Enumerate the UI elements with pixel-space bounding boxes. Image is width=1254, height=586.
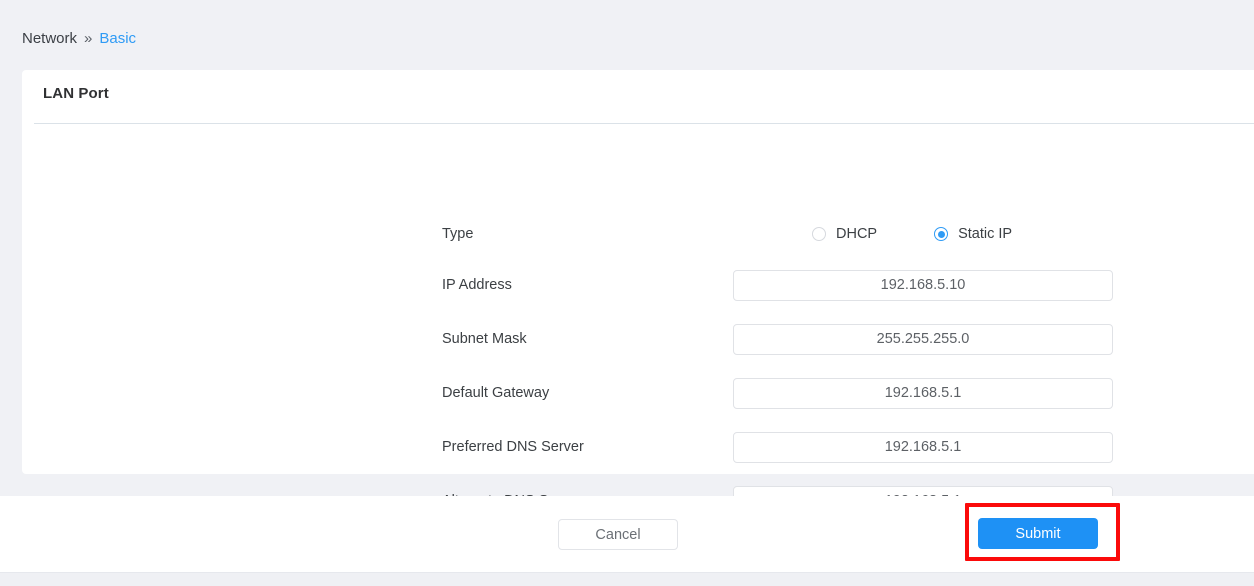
field-label-default-gateway: Default Gateway — [442, 385, 550, 401]
ip-address-input[interactable] — [733, 269, 1113, 301]
form-row-type: Type DHCP Static IP — [22, 218, 1254, 250]
subnet-mask-input[interactable] — [733, 323, 1113, 355]
field-label-ip-address: IP Address — [442, 277, 512, 293]
form-row-subnet-mask: Subnet Mask — [22, 323, 1254, 355]
lan-port-form: Type DHCP Static IP IP Address Subnet Ma… — [22, 123, 1254, 517]
breadcrumb-item-basic[interactable]: Basic — [99, 30, 136, 47]
form-row-ip-address: IP Address — [22, 269, 1254, 301]
preferred-dns-input[interactable] — [733, 431, 1113, 463]
field-label-type: Type — [442, 226, 474, 242]
default-gateway-input[interactable] — [733, 377, 1113, 409]
field-label-subnet-mask: Subnet Mask — [442, 331, 527, 347]
submit-button[interactable]: Submit — [978, 518, 1098, 549]
breadcrumb-item-network[interactable]: Network — [22, 30, 77, 47]
field-label-preferred-dns: Preferred DNS Server — [442, 439, 584, 455]
page-title: LAN Port — [43, 85, 109, 102]
cancel-button[interactable]: Cancel — [558, 519, 678, 550]
radio-option-dhcp[interactable]: DHCP — [812, 226, 877, 242]
form-action-bar: Cancel Submit — [0, 496, 1254, 572]
field-control-default-gateway — [733, 377, 1113, 409]
type-radio-group[interactable]: DHCP Static IP — [812, 226, 1012, 242]
lan-port-card: LAN Port Type DHCP Static IP IP Address — [22, 70, 1254, 517]
radio-label-static-ip: Static IP — [958, 226, 1013, 242]
radio-option-static-ip[interactable]: Static IP — [934, 226, 1012, 242]
field-control-subnet-mask — [733, 323, 1113, 355]
form-row-default-gateway: Default Gateway — [22, 377, 1254, 409]
bottom-strip — [0, 572, 1254, 586]
form-row-preferred-dns: Preferred DNS Server — [22, 431, 1254, 463]
radio-dot-static-ip-icon — [934, 227, 949, 241]
field-control-preferred-dns — [733, 431, 1113, 463]
breadcrumb-separator-icon: » — [84, 29, 93, 47]
breadcrumb: Network » Basic — [22, 26, 136, 50]
field-control-ip-address — [733, 269, 1113, 301]
radio-label-dhcp: DHCP — [836, 226, 878, 242]
radio-dot-dhcp-icon — [812, 227, 826, 241]
